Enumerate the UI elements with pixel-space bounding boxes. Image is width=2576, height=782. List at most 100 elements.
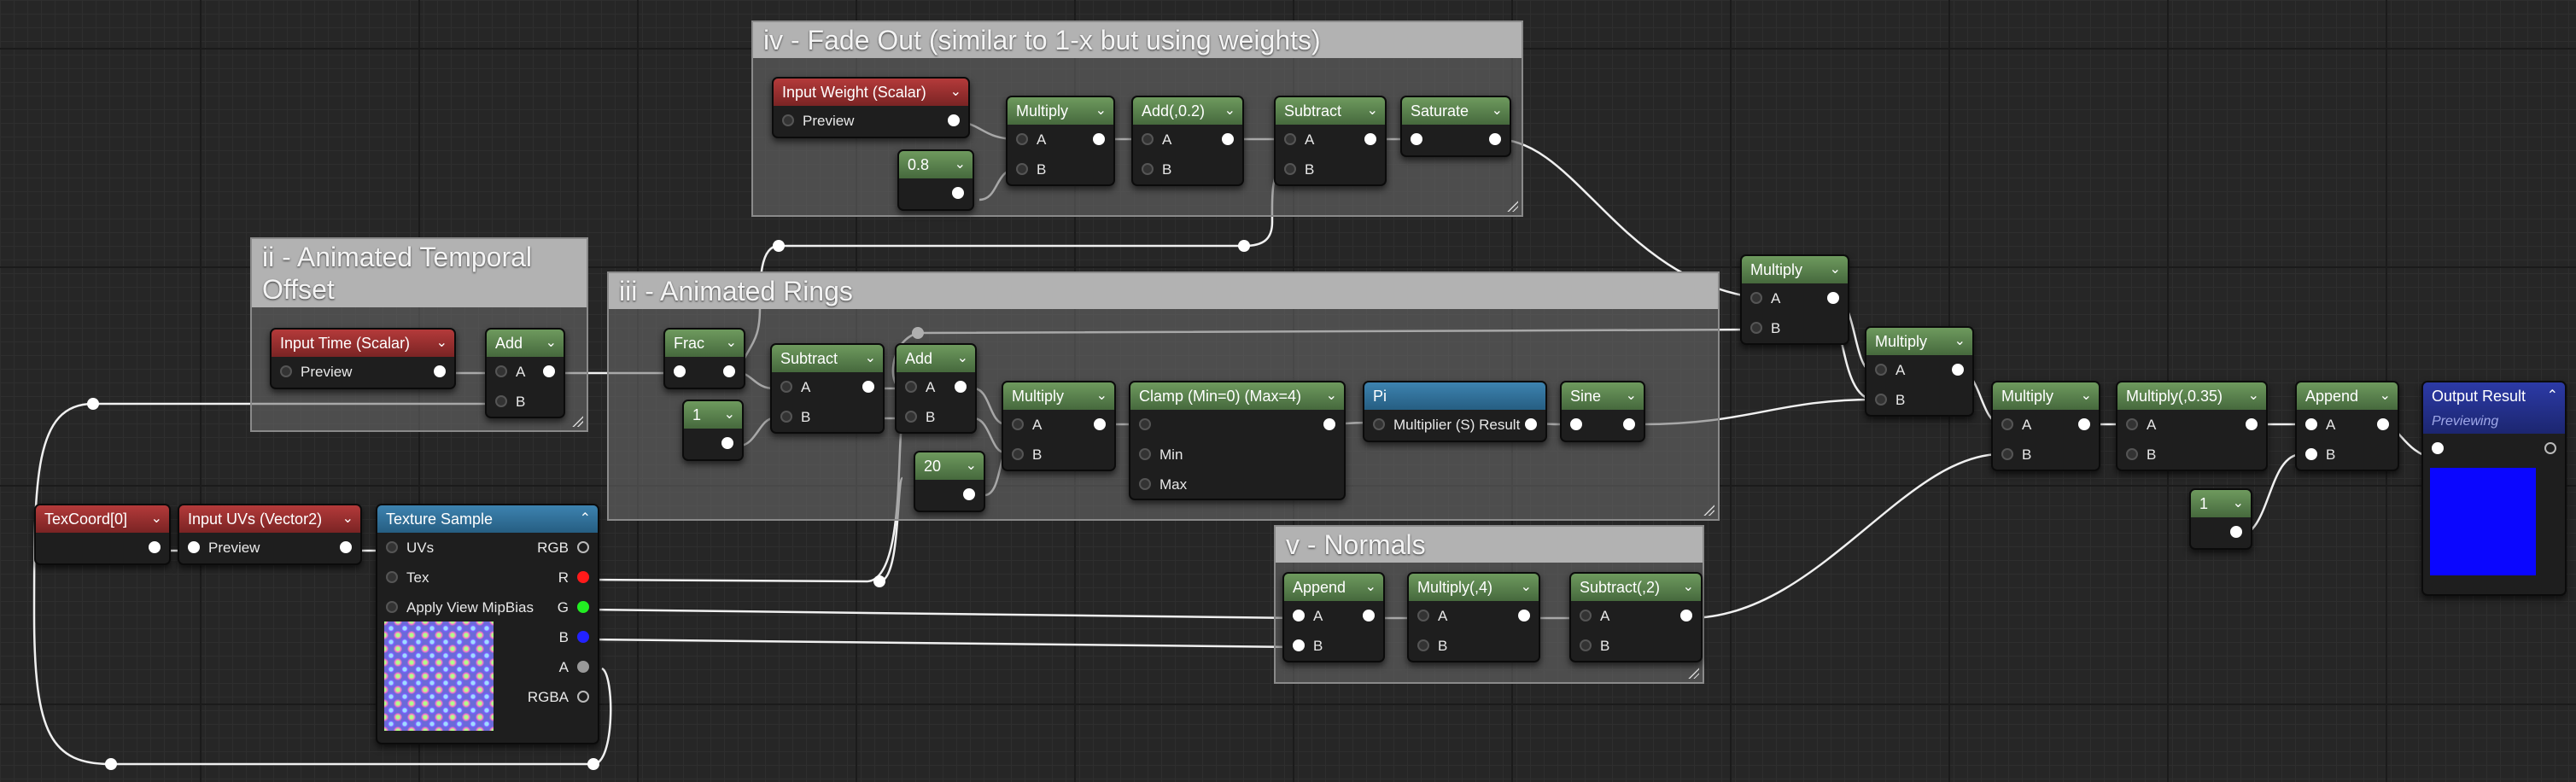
pin-output-rgba[interactable] bbox=[577, 691, 589, 703]
chevron-down-icon[interactable]: ⌄ bbox=[342, 505, 353, 533]
pin-output[interactable] bbox=[1952, 364, 1964, 376]
pin-output[interactable] bbox=[1222, 133, 1234, 145]
pin-input[interactable] bbox=[782, 114, 794, 126]
chevron-down-icon[interactable]: ⌄ bbox=[966, 452, 977, 480]
pin-input[interactable] bbox=[1570, 418, 1582, 430]
node-subtract-fade[interactable]: Subtract ⌄ A B bbox=[1274, 96, 1387, 186]
chevron-down-icon[interactable]: ⌄ bbox=[1095, 97, 1107, 125]
pin-input-b[interactable] bbox=[1284, 163, 1296, 175]
pin-output[interactable] bbox=[1827, 292, 1839, 304]
pin-output[interactable] bbox=[1623, 418, 1635, 430]
pin-input-a[interactable] bbox=[1417, 610, 1429, 622]
pin-input-b[interactable] bbox=[2305, 448, 2317, 460]
pin-output-r[interactable] bbox=[577, 571, 589, 583]
pin-output-g[interactable] bbox=[577, 601, 589, 613]
node-texture-sample[interactable]: Texture Sample ⌃ UVs RGB Tex R Apply View M… bbox=[376, 504, 599, 744]
pin-output[interactable] bbox=[1363, 610, 1375, 622]
chevron-down-icon[interactable]: ⌄ bbox=[865, 345, 876, 372]
node-input-time[interactable]: Input Time (Scalar) ⌄ Preview bbox=[270, 328, 456, 389]
pin-output[interactable] bbox=[1518, 610, 1530, 622]
pin-output[interactable] bbox=[1680, 610, 1692, 622]
chevron-down-icon[interactable]: ⌄ bbox=[724, 401, 735, 429]
pin-output[interactable] bbox=[963, 488, 975, 500]
node-multiply-rings[interactable]: Multiply ⌄ A B bbox=[1002, 381, 1116, 471]
node-multiply-0-35[interactable]: Multiply(,0.35) ⌄ A B bbox=[2116, 381, 2268, 471]
pin-input[interactable] bbox=[280, 365, 292, 377]
chevron-down-icon[interactable]: ⌄ bbox=[1830, 256, 1841, 283]
pin-output[interactable] bbox=[2230, 526, 2242, 538]
pin-input-a[interactable] bbox=[1284, 133, 1296, 145]
pin-output[interactable] bbox=[1323, 418, 1335, 430]
pin-output[interactable] bbox=[1093, 133, 1105, 145]
pin-input-a[interactable] bbox=[1142, 133, 1154, 145]
chevron-down-icon[interactable]: ⌄ bbox=[950, 79, 961, 106]
pin-input-a[interactable] bbox=[1012, 418, 1024, 430]
node-append-normals[interactable]: Append ⌄ A B bbox=[1282, 572, 1385, 662]
pin-input-mipbias[interactable] bbox=[386, 601, 398, 613]
node-multiply-fade[interactable]: Multiply ⌄ A B bbox=[1006, 96, 1115, 186]
node-add-0-2[interactable]: Add(,0.2) ⌄ A B bbox=[1131, 96, 1244, 186]
node-multiply-3[interactable]: Multiply ⌄ A B bbox=[1991, 381, 2100, 471]
pin-output[interactable] bbox=[723, 365, 735, 377]
node-input-uvs[interactable]: Input UVs (Vector2) ⌄ Preview bbox=[178, 504, 362, 565]
pin-input-a[interactable] bbox=[2126, 418, 2138, 430]
pin-input-b[interactable] bbox=[1417, 639, 1429, 651]
pin-output-a[interactable] bbox=[577, 661, 589, 673]
pin-input-b[interactable] bbox=[2001, 448, 2013, 460]
chevron-up-icon[interactable]: ⌃ bbox=[580, 505, 591, 533]
chevron-down-icon[interactable]: ⌄ bbox=[546, 330, 557, 357]
pin-output[interactable] bbox=[2377, 418, 2389, 430]
node-append-out[interactable]: Append ⌄ A B bbox=[2295, 381, 2399, 471]
node-sine[interactable]: Sine ⌄ bbox=[1560, 381, 1645, 442]
chevron-down-icon[interactable]: ⌄ bbox=[726, 330, 737, 357]
chevron-down-icon[interactable]: ⌄ bbox=[151, 505, 162, 533]
chevron-down-icon[interactable]: ⌄ bbox=[1367, 97, 1378, 125]
pin-output-rgb[interactable] bbox=[577, 541, 589, 553]
pin-input-b[interactable] bbox=[495, 395, 507, 407]
pin-output[interactable] bbox=[1489, 133, 1501, 145]
pin-output[interactable] bbox=[149, 541, 161, 553]
chevron-down-icon[interactable]: ⌄ bbox=[1683, 574, 1694, 601]
pin-output[interactable] bbox=[434, 365, 446, 377]
node-multiply-mid[interactable]: Multiply ⌄ A B bbox=[1865, 326, 1974, 417]
pin-input-a[interactable] bbox=[1293, 610, 1305, 622]
node-frac[interactable]: Frac ⌄ bbox=[663, 328, 745, 389]
pin-input-a[interactable] bbox=[495, 365, 507, 377]
pin-input-a[interactable] bbox=[1750, 292, 1762, 304]
chevron-down-icon[interactable]: ⌄ bbox=[1492, 97, 1503, 125]
node-const-0-8[interactable]: 0.8 ⌄ bbox=[897, 149, 974, 211]
pin-output-b[interactable] bbox=[577, 631, 589, 643]
pin-input-b[interactable] bbox=[1875, 394, 1887, 406]
pin-input-a[interactable] bbox=[1580, 610, 1592, 622]
chevron-down-icon[interactable]: ⌄ bbox=[1365, 574, 1376, 601]
pin-output[interactable] bbox=[1364, 133, 1376, 145]
chevron-down-icon[interactable]: ⌄ bbox=[1224, 97, 1235, 125]
pin-output[interactable] bbox=[1094, 418, 1106, 430]
pin-input[interactable] bbox=[674, 365, 686, 377]
pin-output[interactable] bbox=[955, 381, 967, 393]
chevron-down-icon[interactable]: ⌄ bbox=[1096, 382, 1107, 410]
resize-grip-icon[interactable] bbox=[571, 415, 583, 427]
chevron-down-icon[interactable]: ⌄ bbox=[2233, 490, 2244, 517]
chevron-down-icon[interactable]: ⌄ bbox=[1626, 382, 1637, 410]
node-multiply-4[interactable]: Multiply(,4) ⌄ A B bbox=[1407, 572, 1540, 662]
chevron-down-icon[interactable]: ⌄ bbox=[1326, 382, 1337, 410]
pin-input[interactable] bbox=[188, 541, 200, 553]
pin-input-uvs[interactable] bbox=[386, 541, 398, 553]
pin-input-b[interactable] bbox=[780, 411, 792, 423]
pin-input-min[interactable] bbox=[1139, 448, 1151, 460]
pin-input-a[interactable] bbox=[2001, 418, 2013, 430]
resize-grip-icon[interactable] bbox=[1506, 200, 1518, 212]
pin-input-b[interactable] bbox=[1016, 163, 1028, 175]
pin-output[interactable] bbox=[340, 541, 352, 553]
node-const-20[interactable]: 20 ⌄ bbox=[914, 451, 985, 512]
pin-input-b[interactable] bbox=[905, 411, 917, 423]
pin-input-b[interactable] bbox=[1750, 322, 1762, 334]
pin-output[interactable] bbox=[1525, 418, 1537, 430]
node-add-rings[interactable]: Add ⌄ A B bbox=[895, 343, 977, 434]
pin-input-tex[interactable] bbox=[386, 571, 398, 583]
node-saturate[interactable]: Saturate ⌄ bbox=[1400, 96, 1511, 157]
pin-output[interactable] bbox=[2078, 418, 2090, 430]
pin-output[interactable] bbox=[2246, 418, 2258, 430]
node-const-1-rings[interactable]: 1 ⌄ bbox=[682, 400, 744, 461]
